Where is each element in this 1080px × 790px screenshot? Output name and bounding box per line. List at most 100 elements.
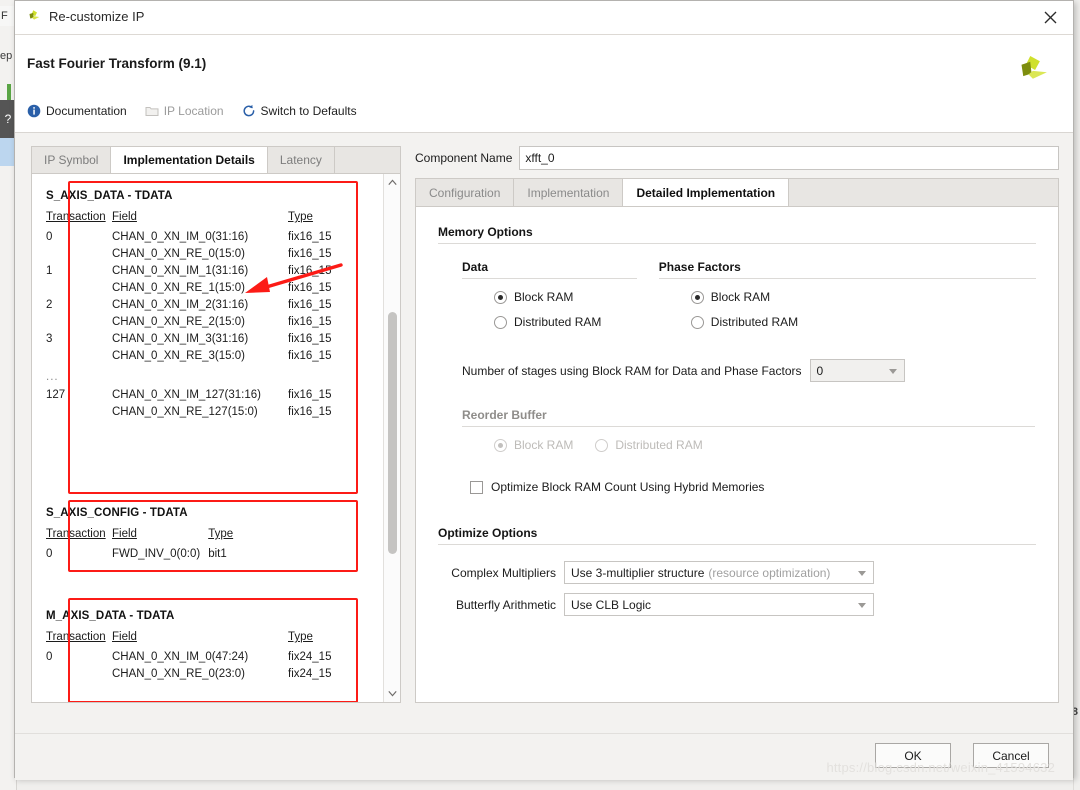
table-row: 0 CHAN_0_XN_IM_0(47:24) fix24_15 xyxy=(46,649,350,666)
table-row: 3 CHAN_0_XN_IM_3(31:16) fix16_15 xyxy=(46,331,350,348)
chevron-down-icon[interactable] xyxy=(384,685,400,702)
right-tabstrip-filler xyxy=(789,179,1058,206)
implementation-details-content: S_AXIS_DATA - TDATA Transaction Field Ty… xyxy=(31,173,401,703)
cell-transaction xyxy=(46,280,112,297)
switch-to-defaults-button[interactable]: Switch to Defaults xyxy=(242,104,357,118)
butterfly-arithmetic-label: Butterfly Arithmetic xyxy=(455,597,556,612)
left-tabstrip-filler xyxy=(334,147,400,173)
left-panel-scrollbar[interactable] xyxy=(383,174,400,702)
tab-implementation-details[interactable]: Implementation Details xyxy=(111,147,268,173)
table-header-row: Transaction Field Type xyxy=(46,631,350,649)
info-icon xyxy=(27,104,41,118)
data-distributed-ram-radio[interactable] xyxy=(494,315,507,329)
tab-ip-symbol[interactable]: IP Symbol xyxy=(32,147,112,173)
tab-implementation[interactable]: Implementation xyxy=(514,179,624,206)
cell-type: fix16_15 xyxy=(288,248,332,260)
cell-transaction: 2 xyxy=(46,299,53,311)
implementation-details-scrollpane: S_AXIS_DATA - TDATA Transaction Field Ty… xyxy=(32,174,382,702)
ip-location-label: IP Location xyxy=(163,104,224,118)
dialog-header: Fast Fourier Transform (9.1) Documentati… xyxy=(15,35,1073,133)
port-group-title: S_AXIS_CONFIG - TDATA xyxy=(46,507,188,519)
table-row: 1 CHAN_0_XN_IM_1(31:16) fix16_15 xyxy=(46,263,350,280)
phase-block-ram-radio[interactable] xyxy=(690,290,704,304)
butterfly-arithmetic-value: Use CLB Logic xyxy=(571,597,652,612)
data-distributed-ram-radio-row[interactable]: Distributed RAM xyxy=(494,315,637,329)
background-toolbar-ep-label: ep xyxy=(0,50,13,62)
cancel-button[interactable]: Cancel xyxy=(973,743,1049,768)
documentation-button[interactable]: Documentation xyxy=(27,104,127,118)
component-name-input[interactable] xyxy=(519,146,1059,170)
stages-value: 0 xyxy=(816,363,824,378)
reorder-block-ram-radio xyxy=(494,438,507,452)
ok-button[interactable]: OK xyxy=(875,743,951,768)
hybrid-memories-checkbox[interactable] xyxy=(470,480,483,494)
port-group-s-axis-data: S_AXIS_DATA - TDATA Transaction Field Ty… xyxy=(46,190,350,421)
scrollbar-thumb[interactable] xyxy=(388,312,397,554)
col-header-type: Type xyxy=(288,631,313,643)
tab-detailed-implementation[interactable]: Detailed Implementation xyxy=(623,179,790,206)
cell-type: fix16_15 xyxy=(288,389,332,401)
data-distributed-ram-label: Distributed RAM xyxy=(514,315,602,329)
cell-transaction: 0 xyxy=(46,651,53,663)
tab-latency-label: Latency xyxy=(279,153,322,167)
cell-type xyxy=(288,365,350,387)
cell-transaction: ... xyxy=(46,371,59,383)
stages-dropdown[interactable]: 0 xyxy=(809,359,905,382)
cell-transaction xyxy=(46,314,112,331)
phase-distributed-ram-radio[interactable] xyxy=(690,315,704,329)
complex-multipliers-row: Complex Multipliers Use 3-multiplier str… xyxy=(438,561,1036,584)
memory-options-divider xyxy=(438,243,1036,244)
close-icon[interactable] xyxy=(1027,1,1073,33)
phase-factors-column-divider xyxy=(658,278,1036,279)
dialog-titlebar: Re-customize IP xyxy=(15,1,1073,35)
tab-configuration[interactable]: Configuration xyxy=(416,179,515,206)
cell-transaction: 0 xyxy=(46,548,53,560)
phase-block-ram-label: Block RAM xyxy=(710,290,771,304)
phase-factors-memory-column: Phase Factors Block RAM Distributed RAM xyxy=(658,260,1036,329)
butterfly-arithmetic-row: Butterfly Arithmetic Use CLB Logic xyxy=(438,593,1036,616)
refresh-icon xyxy=(242,104,256,118)
optimize-options-divider xyxy=(438,544,1036,545)
ip-location-button[interactable]: IP Location xyxy=(145,104,224,118)
cell-type: fix16_15 xyxy=(288,231,332,243)
background-toolbar-f-label: F xyxy=(0,6,14,26)
table-row: CHAN_0_XN_RE_2(15:0) fix16_15 xyxy=(46,314,350,331)
port-group-s-axis-config: S_AXIS_CONFIG - TDATA Transaction Field … xyxy=(46,507,270,563)
tab-latency[interactable]: Latency xyxy=(267,147,335,173)
data-block-ram-radio[interactable] xyxy=(494,290,507,304)
cell-type: fix16_15 xyxy=(288,282,332,294)
left-tabstrip: IP Symbol Implementation Details Latency xyxy=(31,146,401,173)
complex-multipliers-dropdown[interactable]: Use 3-multiplier structure (resource opt… xyxy=(564,561,874,584)
stages-label: Number of stages using Block RAM for Dat… xyxy=(462,363,802,378)
complex-multipliers-value-suffix: (resource optimization) xyxy=(708,565,831,580)
phase-block-ram-radio-row[interactable]: Block RAM xyxy=(690,290,1036,304)
data-column-heading: Data xyxy=(462,260,489,274)
reorder-block-ram-label: Block RAM xyxy=(514,438,574,452)
cell-transaction xyxy=(46,666,112,683)
cell-field: CHAN_0_XN_RE_127(15:0) xyxy=(112,406,258,418)
port-table: Transaction Field Type 0 CHAN_0_XN_IM_0(4… xyxy=(46,631,350,683)
butterfly-arithmetic-dropdown[interactable]: Use CLB Logic xyxy=(564,593,874,616)
reorder-distributed-ram-label: Distributed RAM xyxy=(615,438,703,452)
cell-transaction: 1 xyxy=(46,265,53,277)
folder-icon xyxy=(145,104,159,118)
data-memory-column: Data Block RAM Distributed RAM xyxy=(462,260,637,329)
hybrid-memories-row[interactable]: Optimize Block RAM Count Using Hybrid Me… xyxy=(470,480,1036,494)
cell-field: CHAN_0_XN_IM_1(31:16) xyxy=(112,265,249,277)
phase-distributed-ram-radio-row[interactable]: Distributed RAM xyxy=(690,315,1036,329)
cell-field: CHAN_0_XN_RE_1(15:0) xyxy=(112,282,245,294)
cell-type: fix16_15 xyxy=(288,406,332,418)
complex-multipliers-label: Complex Multipliers xyxy=(451,565,556,580)
ip-title: Fast Fourier Transform (9.1) xyxy=(27,56,207,71)
dialog-title: Re-customize IP xyxy=(49,9,145,24)
optimize-options-heading: Optimize Options xyxy=(438,526,538,540)
cell-field: CHAN_0_XN_RE_3(15:0) xyxy=(112,350,245,362)
col-header-field: Field xyxy=(112,211,137,223)
col-header-field: Field xyxy=(112,528,137,540)
tab-implementation-details-label: Implementation Details xyxy=(123,153,255,167)
col-header-transaction: Transaction xyxy=(46,631,106,643)
data-block-ram-radio-row[interactable]: Block RAM xyxy=(494,290,637,304)
chevron-up-icon[interactable] xyxy=(384,174,400,191)
reorder-block-ram-radio-row: Block RAM xyxy=(494,438,573,452)
cell-type: bit1 xyxy=(208,548,227,560)
